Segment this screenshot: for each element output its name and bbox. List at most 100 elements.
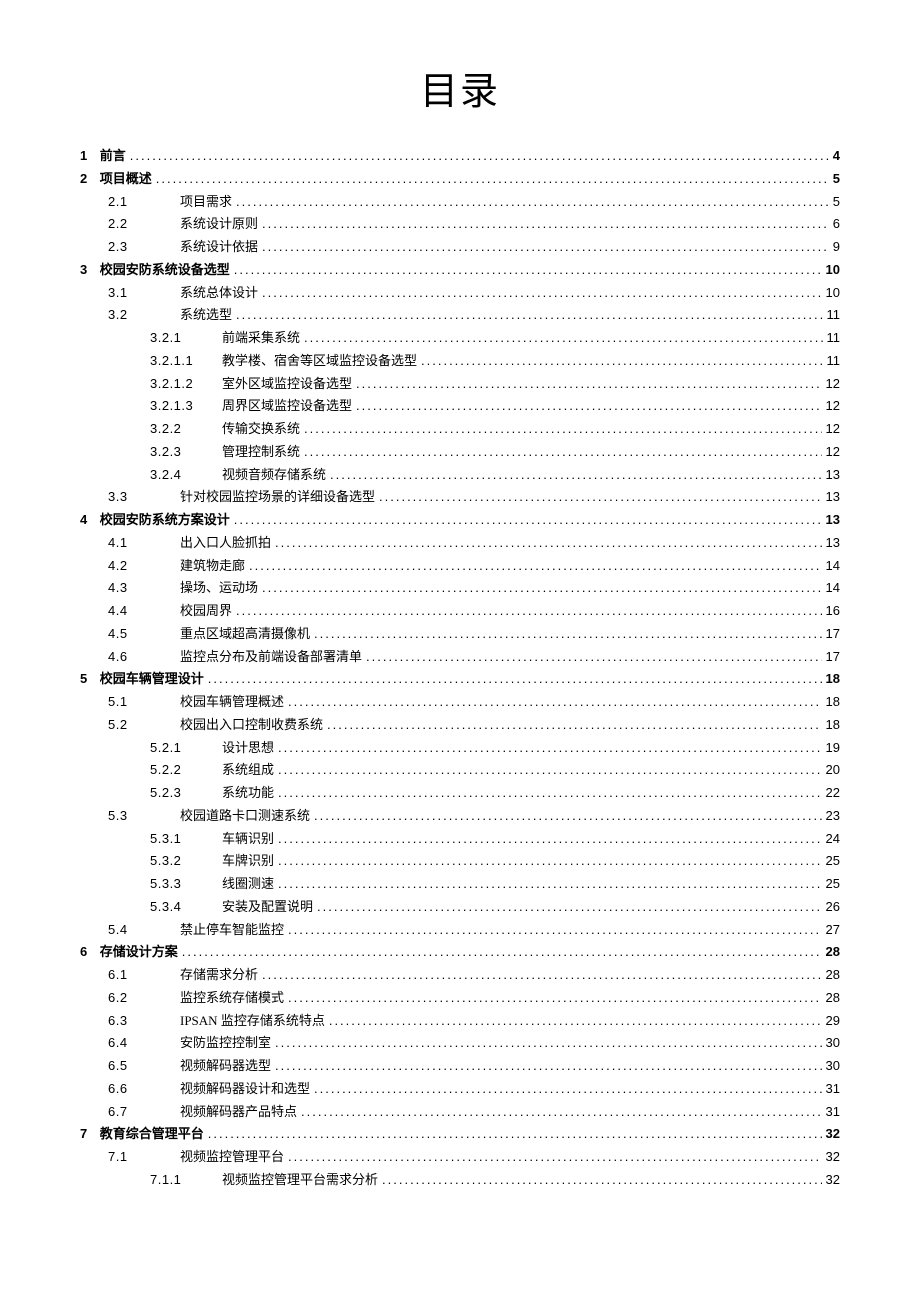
- toc-entry[interactable]: 3.2系统选型11: [80, 304, 840, 327]
- toc-entry[interactable]: 6存储设计方案28: [80, 941, 840, 964]
- toc-entry[interactable]: 3.2.1前端采集系统11: [80, 327, 840, 350]
- toc-entry-page: 12: [826, 418, 840, 441]
- toc-entry-label: 校园安防系统设备选型: [100, 259, 230, 282]
- toc-entry-label: 安装及配置说明: [222, 896, 313, 919]
- toc-entry[interactable]: 7.1视频监控管理平台32: [80, 1146, 840, 1169]
- toc-entry[interactable]: 3校园安防系统设备选型10: [80, 259, 840, 282]
- toc-entry[interactable]: 5.2.1设计思想19: [80, 737, 840, 760]
- toc-entry-number: 7.1: [108, 1146, 180, 1169]
- toc-entry[interactable]: 4.4校园周界16: [80, 600, 840, 623]
- toc-entry-number: 5.2.2: [150, 759, 222, 782]
- toc-entry-label: 校园周界: [180, 600, 232, 623]
- toc-entry[interactable]: 6.2监控系统存储模式28: [80, 987, 840, 1010]
- toc-entry[interactable]: 6.4安防监控控制室30: [80, 1032, 840, 1055]
- toc-entry[interactable]: 3.2.3管理控制系统12: [80, 441, 840, 464]
- toc-entry[interactable]: 5.2校园出入口控制收费系统18: [80, 714, 840, 737]
- toc-entry[interactable]: 2项目概述5: [80, 168, 840, 191]
- toc-entry-page: 6: [833, 213, 840, 236]
- toc-entry[interactable]: 5.3.3线圈测速25: [80, 873, 840, 896]
- toc-leader-dots: [278, 782, 822, 805]
- toc-entry-page: 17: [826, 646, 840, 669]
- toc-entry[interactable]: 2.1项目需求5: [80, 191, 840, 214]
- toc-entry-label: 视频解码器选型: [180, 1055, 271, 1078]
- toc-entry[interactable]: 3.2.4视频音频存储系统13: [80, 464, 840, 487]
- toc-entry[interactable]: 4校园安防系统方案设计13: [80, 509, 840, 532]
- toc-entry[interactable]: 1前言4: [80, 145, 840, 168]
- toc-entry[interactable]: 3.2.1.3周界区域监控设备选型12: [80, 395, 840, 418]
- toc-entry-label: 系统组成: [222, 759, 274, 782]
- toc-entry[interactable]: 5校园车辆管理设计18: [80, 668, 840, 691]
- toc-leader-dots: [314, 623, 822, 646]
- toc-entry-label: 视频解码器设计和选型: [180, 1078, 310, 1101]
- toc-leader-dots: [382, 1169, 822, 1192]
- toc-entry-page: 17: [826, 623, 840, 646]
- toc-leader-dots: [329, 1010, 822, 1033]
- toc-entry-label: IPSAN 监控存储系统特点: [180, 1010, 325, 1033]
- toc-entry-number: 5: [80, 668, 100, 691]
- toc-entry-number: 5.1: [108, 691, 180, 714]
- toc-entry-page: 26: [826, 896, 840, 919]
- toc-entry[interactable]: 4.1出入口人脸抓拍13: [80, 532, 840, 555]
- toc-entry[interactable]: 6.5视频解码器选型 30: [80, 1055, 840, 1078]
- toc-leader-dots: [314, 1078, 822, 1101]
- toc-entry-page: 30: [826, 1055, 840, 1078]
- toc-entry[interactable]: 3.2.2传输交换系统12: [80, 418, 840, 441]
- toc-leader-dots: [236, 304, 822, 327]
- toc-leader-dots: [288, 987, 822, 1010]
- toc-entry[interactable]: 5.2.2系统组成20: [80, 759, 840, 782]
- toc-entry[interactable]: 4.5重点区域超高清摄像机17: [80, 623, 840, 646]
- toc-entry-number: 4: [80, 509, 100, 532]
- toc-entry-label: 操场、运动场: [180, 577, 258, 600]
- toc-leader-dots: [288, 691, 822, 714]
- toc-entry-page: 32: [826, 1169, 840, 1192]
- toc-entry-label: 校园出入口控制收费系统: [180, 714, 323, 737]
- toc-entry[interactable]: 6.3IPSAN 监控存储系统特点29: [80, 1010, 840, 1033]
- toc-entry[interactable]: 6.1存储需求分析28: [80, 964, 840, 987]
- toc-entry[interactable]: 5.4禁止停车智能监控27: [80, 919, 840, 942]
- toc-entry-label: 项目需求: [180, 191, 232, 214]
- toc-leader-dots: [366, 646, 822, 669]
- toc-entry-page: 14: [826, 577, 840, 600]
- toc-entry-label: 建筑物走廊: [180, 555, 245, 578]
- toc-entry-number: 5.2.1: [150, 737, 222, 760]
- toc-entry[interactable]: 5.2.3系统功能22: [80, 782, 840, 805]
- toc-entry[interactable]: 6.6视频解码器设计和选型31: [80, 1078, 840, 1101]
- toc-entry-page: 25: [826, 850, 840, 873]
- toc-entry[interactable]: 5.3.1车辆识别24: [80, 828, 840, 851]
- toc-entry-number: 5.4: [108, 919, 180, 942]
- toc-entry-label: 教育综合管理平台: [100, 1123, 204, 1146]
- toc-entry-number: 3.2.1.2: [150, 373, 222, 396]
- toc-entry[interactable]: 5.3.4安装及配置说明26: [80, 896, 840, 919]
- toc-entry-number: 4.2: [108, 555, 180, 578]
- toc-entry[interactable]: 5.1校园车辆管理概述18: [80, 691, 840, 714]
- toc-entry[interactable]: 3.3针对校园监控场景的详细设备选型13: [80, 486, 840, 509]
- toc-entry-label: 室外区域监控设备选型: [222, 373, 352, 396]
- toc-entry[interactable]: 3.2.1.2室外区域监控设备选型12: [80, 373, 840, 396]
- toc-entry[interactable]: 4.2建筑物走廊14: [80, 555, 840, 578]
- toc-entry[interactable]: 2.2系统设计原则6: [80, 213, 840, 236]
- toc-entry-number: 6.5: [108, 1055, 180, 1078]
- toc-entry-page: 13: [826, 486, 840, 509]
- toc-entry[interactable]: 6.7视频解码器产品特点31: [80, 1101, 840, 1124]
- toc-entry[interactable]: 7教育综合管理平台32: [80, 1123, 840, 1146]
- toc-entry-page: 13: [826, 532, 840, 555]
- toc-entry-number: 2.3: [108, 236, 180, 259]
- toc-entry-label: 传输交换系统: [222, 418, 300, 441]
- toc-entry-label: 存储设计方案: [100, 941, 178, 964]
- toc-entry[interactable]: 3.1系统总体设计10: [80, 282, 840, 305]
- toc-entry-number: 3.2.1.3: [150, 395, 222, 418]
- toc-entry[interactable]: 3.2.1.1教学楼、宿舍等区域监控设备选型11: [80, 350, 840, 373]
- toc-entry-label: 设计思想: [222, 737, 274, 760]
- toc-entry[interactable]: 5.3校园道路卡口测速系统23: [80, 805, 840, 828]
- toc-entry[interactable]: 5.3.2车牌识别25: [80, 850, 840, 873]
- toc-entry[interactable]: 2.3系统设计依据9: [80, 236, 840, 259]
- toc-entry[interactable]: 4.6监控点分布及前端设备部署清单17: [80, 646, 840, 669]
- toc-leader-dots: [262, 213, 829, 236]
- toc-entry-number: 2: [80, 168, 100, 191]
- toc-entry-page: 18: [826, 691, 840, 714]
- toc-entry-number: 3.1: [108, 282, 180, 305]
- toc-entry-page: 9: [833, 236, 840, 259]
- toc-entry-number: 6.4: [108, 1032, 180, 1055]
- toc-entry[interactable]: 4.3操场、运动场14: [80, 577, 840, 600]
- toc-entry[interactable]: 7.1.1视频监控管理平台需求分析32: [80, 1169, 840, 1192]
